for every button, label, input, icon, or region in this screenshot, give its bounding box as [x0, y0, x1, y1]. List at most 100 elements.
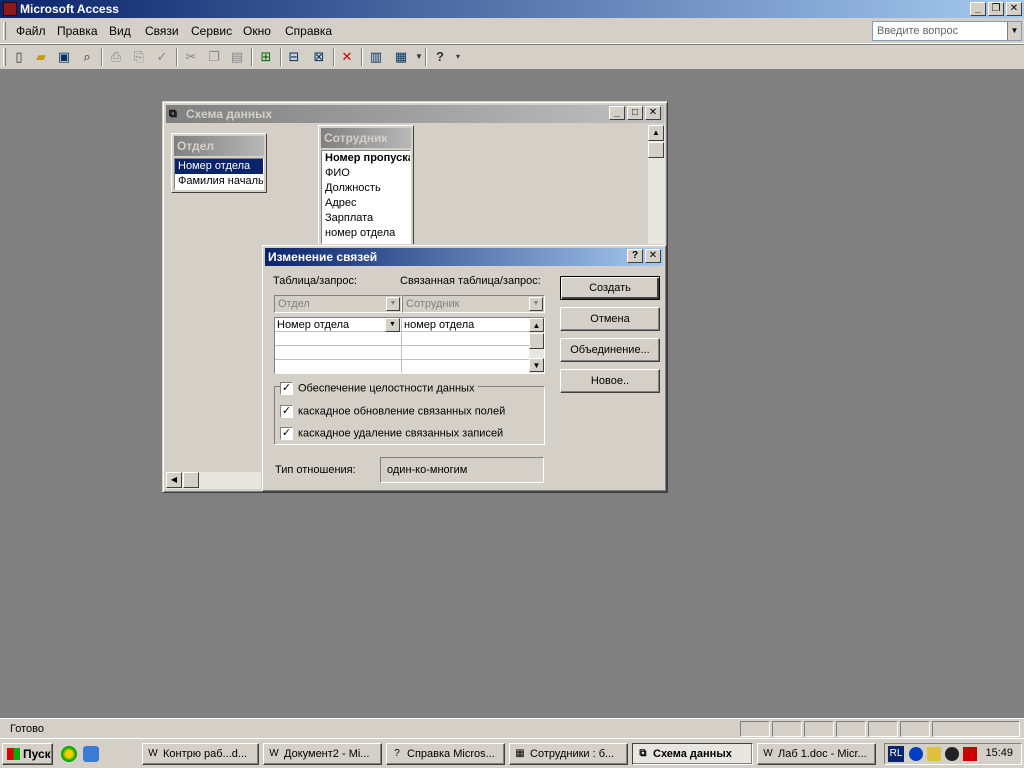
- menu-help[interactable]: Справка: [285, 24, 332, 38]
- menu-edit[interactable]: Правка: [57, 24, 98, 38]
- task-kontr-rab[interactable]: W Контрю раб...d...: [142, 743, 259, 765]
- table-combo[interactable]: Отдел ▼: [274, 295, 402, 313]
- menu-file[interactable]: Файл: [16, 24, 46, 38]
- field-fio[interactable]: ФИО: [322, 166, 410, 181]
- close-button[interactable]: ✕: [1006, 2, 1022, 16]
- menu-relationships[interactable]: Связи: [145, 24, 179, 38]
- scroll-up-icon[interactable]: ▲: [648, 125, 664, 141]
- open-icon[interactable]: ▰: [32, 48, 50, 66]
- help-dropdown-arrow-icon[interactable]: ▼: [1007, 22, 1021, 40]
- show-all-icon[interactable]: ⊠: [310, 48, 328, 66]
- grid-scroll-down-icon[interactable]: ▼: [529, 358, 544, 372]
- minimize-button[interactable]: _: [970, 2, 986, 16]
- cascade-update-option[interactable]: ✓ каскадное обновление связанных полей: [280, 405, 505, 418]
- field-pass-number[interactable]: Номер пропуска: [322, 151, 410, 166]
- menu-view[interactable]: Вид: [109, 24, 131, 38]
- related-table-combo[interactable]: Сотрудник ▼: [402, 295, 545, 313]
- task-document2[interactable]: W Документ2 - Mi...: [263, 743, 382, 765]
- cascade-delete-checkbox[interactable]: ✓: [280, 427, 293, 440]
- table-sotrudnik-title[interactable]: Сотрудник: [321, 128, 411, 148]
- app-title-bar[interactable]: Microsoft Access _ ❐ ✕: [0, 0, 1024, 18]
- spelling-icon[interactable]: ✓: [153, 48, 171, 66]
- grid-cell-dropdown-icon[interactable]: ▼: [385, 318, 400, 332]
- tray-folder-icon[interactable]: [927, 747, 941, 761]
- print-preview-icon[interactable]: ⎘: [130, 48, 148, 66]
- fields-grid[interactable]: Номер отдела ▼ номер отдела ▲ ▼: [274, 317, 545, 374]
- grid-row[interactable]: [275, 332, 529, 346]
- tray-disc-icon[interactable]: [945, 747, 959, 761]
- language-indicator[interactable]: RL: [888, 746, 904, 762]
- media-player-icon[interactable]: [61, 746, 77, 762]
- task-lab1[interactable]: W Лаб 1.doc - Micr...: [757, 743, 876, 765]
- related-combo-arrow-icon[interactable]: ▼: [529, 297, 543, 311]
- delete-icon[interactable]: ✕: [338, 48, 356, 66]
- help-question-input[interactable]: Введите вопрос ▼: [872, 21, 1022, 41]
- dialog-title-bar[interactable]: Изменение связей ? ✕: [265, 248, 663, 266]
- scroll-thumb-h[interactable]: [183, 472, 199, 488]
- grid-scrollbar[interactable]: ▲ ▼: [529, 318, 544, 373]
- grid-row[interactable]: [275, 360, 529, 374]
- start-button[interactable]: Пуск: [2, 743, 53, 765]
- database-window-icon[interactable]: ▥: [367, 48, 385, 66]
- schema-maximize-button[interactable]: □: [627, 106, 643, 120]
- copy-icon[interactable]: ❐: [205, 48, 223, 66]
- edit-relationships-dialog[interactable]: Изменение связей ? ✕ Таблица/запрос: Свя…: [261, 244, 667, 492]
- menu-window[interactable]: Окно: [243, 24, 271, 38]
- cascade-delete-option[interactable]: ✓ каскадное удаление связанных записей: [280, 427, 503, 440]
- field-address[interactable]: Адрес: [322, 196, 410, 211]
- grid-row[interactable]: Номер отдела ▼ номер отдела: [275, 318, 529, 332]
- grid-scroll-thumb[interactable]: [529, 333, 544, 349]
- menubar-grip[interactable]: [3, 22, 6, 40]
- help-icon[interactable]: ?: [431, 48, 449, 66]
- new-object-icon[interactable]: ▦: [392, 48, 410, 66]
- join-type-button[interactable]: Объединение...: [560, 338, 660, 362]
- grid-right-cell[interactable]: номер отдела: [402, 318, 529, 332]
- dialog-help-button[interactable]: ?: [627, 249, 643, 263]
- grid-left-cell[interactable]: Номер отдела: [275, 318, 401, 332]
- dialog-close-button[interactable]: ✕: [645, 249, 661, 263]
- paste-icon[interactable]: ▤: [228, 48, 246, 66]
- table-combo-arrow-icon[interactable]: ▼: [386, 297, 400, 311]
- schema-horizontal-scrollbar[interactable]: ◀: [166, 472, 262, 489]
- search-file-icon[interactable]: ⌕: [78, 48, 96, 66]
- field-position[interactable]: Должность: [322, 181, 410, 196]
- table-otdel[interactable]: Отдел Номер отдела Фамилия началь: [171, 133, 267, 193]
- tray-antivirus-icon[interactable]: [963, 747, 977, 761]
- show-direct-icon[interactable]: ⊟: [285, 48, 303, 66]
- create-button[interactable]: Создать: [560, 276, 660, 300]
- cascade-update-checkbox[interactable]: ✓: [280, 405, 293, 418]
- scroll-left-icon[interactable]: ◀: [166, 472, 182, 488]
- cancel-button[interactable]: Отмена: [560, 307, 660, 331]
- relationships-window-title-bar[interactable]: ⧉ Схема данных _ □ ✕: [166, 105, 664, 123]
- schema-close-button[interactable]: ✕: [645, 106, 661, 120]
- new-icon[interactable]: ▯: [10, 48, 28, 66]
- field-dept-number[interactable]: номер отдела: [322, 226, 410, 241]
- task-sotrudniki[interactable]: ▦ Сотрудники : б...: [509, 743, 628, 765]
- ie-icon[interactable]: [83, 746, 99, 762]
- field-otdel-number[interactable]: Номер отдела: [175, 159, 263, 174]
- toolbar-options-icon[interactable]: ▾: [449, 48, 467, 66]
- tray-eye-icon[interactable]: [909, 747, 923, 761]
- create-new-button[interactable]: Новое..: [560, 369, 660, 393]
- menu-tools[interactable]: Сервис: [191, 24, 232, 38]
- cut-icon[interactable]: ✂: [182, 48, 200, 66]
- restore-button[interactable]: ❐: [988, 2, 1004, 16]
- field-salary[interactable]: Зарплата: [322, 211, 410, 226]
- table-otdel-title[interactable]: Отдел: [174, 136, 264, 156]
- print-icon[interactable]: ⎙: [107, 48, 125, 66]
- integrity-option[interactable]: ✓ Обеспечение целостности данных: [280, 382, 479, 395]
- scroll-thumb[interactable]: [648, 142, 664, 158]
- show-table-icon[interactable]: ⊞: [257, 48, 275, 66]
- clock[interactable]: 15:49: [985, 747, 1013, 759]
- table-sotrudnik[interactable]: Сотрудник Номер пропуска ФИО Должность А…: [318, 125, 414, 247]
- grid-scroll-up-icon[interactable]: ▲: [529, 318, 544, 332]
- task-help[interactable]: ? Справка Micros...: [386, 743, 505, 765]
- task-schema[interactable]: ⧉ Схема данных: [632, 743, 753, 765]
- integrity-checkbox[interactable]: ✓: [280, 382, 293, 395]
- save-icon[interactable]: ▣: [55, 48, 73, 66]
- schema-vertical-scrollbar[interactable]: ▲: [648, 125, 665, 247]
- grid-row[interactable]: [275, 346, 529, 360]
- field-otdel-head[interactable]: Фамилия началь: [175, 174, 263, 189]
- toolbar-grip[interactable]: [3, 48, 6, 66]
- schema-minimize-button[interactable]: _: [609, 106, 625, 120]
